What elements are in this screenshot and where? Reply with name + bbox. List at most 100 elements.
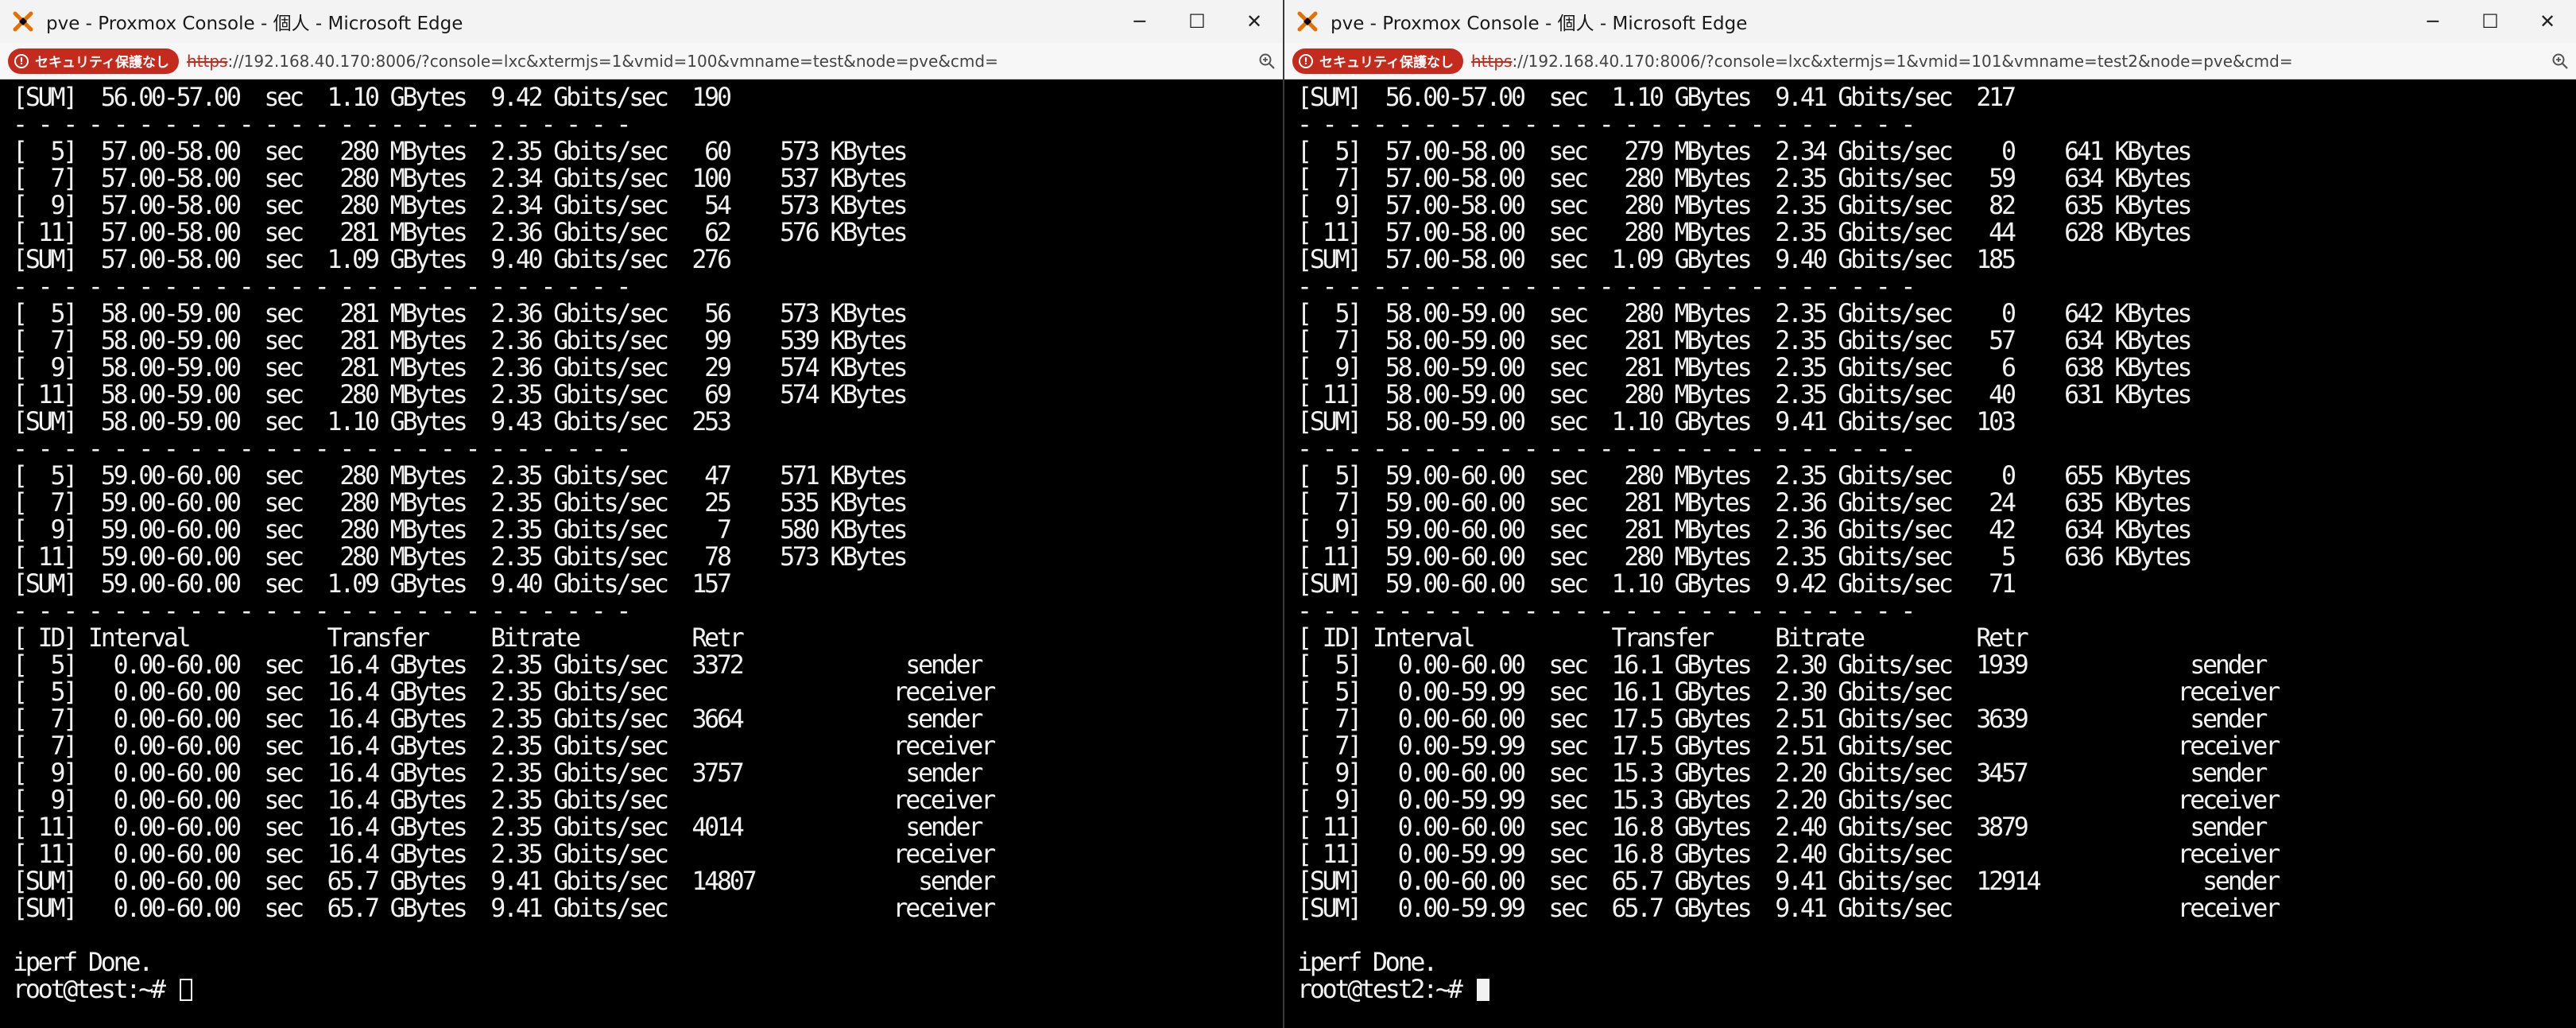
terminal-line: [ 11] 58.00-59.00 sec 280 MBytes 2.35 Gb…: [13, 381, 908, 409]
terminal-line: - - - - - - - - - - - - - - - - - - - - …: [13, 597, 631, 626]
terminal-line: [ 11] 0.00-60.00 sec 16.4 GBytes 2.35 Gb…: [13, 840, 996, 869]
security-badge[interactable]: ! セキュリティ保護なし: [8, 48, 179, 74]
terminal-line: [ 7] 0.00-60.00 sec 17.5 GBytes 2.51 Gbi…: [1297, 705, 2268, 734]
terminal-line: [ 5] 0.00-60.00 sec 16.4 GBytes 2.35 Gbi…: [13, 678, 996, 707]
url-text[interactable]: https://192.168.40.170:8006/?console=lxc…: [187, 52, 1251, 71]
terminal-line: [ 7] 58.00-59.00 sec 281 MBytes 2.36 Gbi…: [13, 327, 908, 355]
window-title: pve - Proxmox Console - 個人 - Microsoft E…: [1331, 14, 1748, 34]
terminal-line: [SUM] 0.00-59.99 sec 65.7 GBytes 9.41 Gb…: [1297, 894, 2280, 923]
terminal-line: [ ID] Interval Transfer Bitrate Retr: [1297, 624, 2029, 653]
terminal-line: iperf Done.: [13, 948, 153, 977]
proxmox-icon: [1296, 10, 1319, 33]
terminal-line: - - - - - - - - - - - - - - - - - - - - …: [1297, 111, 1916, 139]
terminal-line: [ 9] 57.00-58.00 sec 280 MBytes 2.34 Gbi…: [13, 192, 908, 220]
terminal-output[interactable]: [SUM] 56.00-57.00 sec 1.10 GBytes 9.41 G…: [1284, 80, 2576, 1028]
terminal-line: [ 5] 59.00-60.00 sec 280 MBytes 2.35 Gbi…: [13, 462, 908, 491]
security-badge[interactable]: ! セキュリティ保護なし: [1292, 48, 1463, 74]
window-title: pve - Proxmox Console - 個人 - Microsoft E…: [46, 14, 463, 34]
url-rest: ://192.168.40.170:8006/?console=lxc&xter…: [227, 51, 998, 71]
terminal-line: [ 11] 58.00-59.00 sec 280 MBytes 2.35 Gb…: [1297, 381, 2192, 409]
terminal-output[interactable]: [SUM] 56.00-57.00 sec 1.10 GBytes 9.42 G…: [0, 80, 1283, 1028]
terminal-line: [SUM] 56.00-57.00 sec 1.10 GBytes 9.41 G…: [1297, 83, 2016, 112]
minimize-button[interactable]: ─: [1111, 0, 1168, 43]
close-button[interactable]: ✕: [1226, 0, 1283, 43]
terminal-line: [ 7] 59.00-60.00 sec 281 MBytes 2.36 Gbi…: [1297, 489, 2192, 518]
terminal-line: [ 9] 59.00-60.00 sec 280 MBytes 2.35 Gbi…: [13, 516, 908, 545]
zoom-icon[interactable]: [1251, 52, 1283, 70]
terminal-line: [ 9] 57.00-58.00 sec 280 MBytes 2.35 Gbi…: [1297, 192, 2192, 220]
browser-window-right: pve - Proxmox Console - 個人 - Microsoft E…: [1284, 0, 2576, 1028]
terminal-line: - - - - - - - - - - - - - - - - - - - - …: [1297, 597, 1916, 626]
terminal-line: [SUM] 0.00-60.00 sec 65.7 GBytes 9.41 Gb…: [13, 894, 996, 923]
terminal-line: [ 7] 0.00-59.99 sec 17.5 GBytes 2.51 Gbi…: [1297, 732, 2280, 761]
terminal-line: [ 5] 0.00-60.00 sec 16.4 GBytes 2.35 Gbi…: [13, 651, 983, 680]
terminal-line: [ 7] 57.00-58.00 sec 280 MBytes 2.34 Gbi…: [13, 165, 908, 193]
terminal-line: [SUM] 57.00-58.00 sec 1.09 GBytes 9.40 G…: [13, 246, 732, 274]
terminal-line: [ 9] 0.00-59.99 sec 15.3 GBytes 2.20 Gbi…: [1297, 786, 2280, 815]
terminal-line: [ 9] 58.00-59.00 sec 281 MBytes 2.35 Gbi…: [1297, 354, 2192, 382]
terminal-cursor: [1476, 979, 1489, 1001]
terminal-line: [ 7] 57.00-58.00 sec 280 MBytes 2.35 Gbi…: [1297, 165, 2192, 193]
terminal-line: [ 11] 0.00-59.99 sec 16.8 GBytes 2.40 Gb…: [1297, 840, 2280, 869]
terminal-line: [ 9] 0.00-60.00 sec 16.4 GBytes 2.35 Gbi…: [13, 759, 983, 788]
url-scheme: https: [186, 51, 228, 71]
minimize-button[interactable]: ─: [2404, 0, 2462, 43]
terminal-line: [ ID] Interval Transfer Bitrate Retr: [13, 624, 745, 653]
address-bar[interactable]: ! セキュリティ保護なし https://192.168.40.170:8006…: [1284, 43, 2576, 80]
terminal-line: [ 11] 59.00-60.00 sec 280 MBytes 2.35 Gb…: [1297, 543, 2192, 572]
terminal-line: [ 11] 0.00-60.00 sec 16.4 GBytes 2.35 Gb…: [13, 813, 983, 842]
terminal-line: [ 5] 57.00-58.00 sec 280 MBytes 2.35 Gbi…: [13, 138, 908, 166]
close-button[interactable]: ✕: [2519, 0, 2576, 43]
shell-prompt-line[interactable]: root@test:~#: [13, 976, 1283, 1003]
shell-prompt: root@test:~#: [13, 976, 176, 1004]
terminal-line: [ 7] 58.00-59.00 sec 281 MBytes 2.35 Gbi…: [1297, 327, 2192, 355]
proxmox-icon: [11, 10, 35, 33]
terminal-line: [ 9] 0.00-60.00 sec 16.4 GBytes 2.35 Gbi…: [13, 786, 996, 815]
security-badge-label: セキュリティ保護なし: [35, 55, 169, 71]
terminal-line: - - - - - - - - - - - - - - - - - - - - …: [13, 435, 631, 464]
terminal-line: [ 7] 0.00-60.00 sec 16.4 GBytes 2.35 Gbi…: [13, 732, 996, 761]
terminal-line: [ 9] 59.00-60.00 sec 281 MBytes 2.36 Gbi…: [1297, 516, 2192, 545]
terminal-line: [SUM] 56.00-57.00 sec 1.10 GBytes 9.42 G…: [13, 83, 732, 112]
address-bar[interactable]: ! セキュリティ保護なし https://192.168.40.170:8006…: [0, 43, 1283, 80]
url-text[interactable]: https://192.168.40.170:8006/?console=lxc…: [1471, 52, 2544, 71]
terminal-line: [SUM] 58.00-59.00 sec 1.10 GBytes 9.41 G…: [1297, 408, 2016, 436]
terminal-line: [SUM] 58.00-59.00 sec 1.10 GBytes 9.43 G…: [13, 408, 732, 436]
terminal-line: [SUM] 0.00-60.00 sec 65.7 GBytes 9.41 Gb…: [13, 867, 996, 896]
terminal-line: [SUM] 59.00-60.00 sec 1.09 GBytes 9.40 G…: [13, 570, 732, 599]
maximize-button[interactable]: ☐: [2462, 0, 2519, 43]
terminal-line: - - - - - - - - - - - - - - - - - - - - …: [1297, 273, 1916, 301]
url-rest: ://192.168.40.170:8006/?console=lxc&xter…: [1512, 51, 2293, 71]
terminal-line: [ 11] 57.00-58.00 sec 280 MBytes 2.35 Gb…: [1297, 219, 2192, 247]
warning-icon: !: [1299, 53, 1313, 68]
terminal-line: [ 11] 0.00-60.00 sec 16.8 GBytes 2.40 Gb…: [1297, 813, 2268, 842]
terminal-line: - - - - - - - - - - - - - - - - - - - - …: [1297, 435, 1916, 464]
terminal-line: [ 9] 0.00-60.00 sec 15.3 GBytes 2.20 Gbi…: [1297, 759, 2268, 788]
shell-prompt: root@test2:~#: [1297, 976, 1474, 1004]
terminal-line: iperf Done.: [1297, 948, 1438, 977]
terminal-line: [ 5] 59.00-60.00 sec 280 MBytes 2.35 Gbi…: [1297, 462, 2192, 491]
warning-icon: !: [14, 53, 29, 68]
terminal-line: [ 7] 0.00-60.00 sec 16.4 GBytes 2.35 Gbi…: [13, 705, 983, 734]
terminal-line: - - - - - - - - - - - - - - - - - - - - …: [13, 111, 631, 139]
maximize-button[interactable]: ☐: [1168, 0, 1226, 43]
shell-prompt-line[interactable]: root@test2:~#: [1297, 976, 2576, 1003]
terminal-line: - - - - - - - - - - - - - - - - - - - - …: [13, 273, 631, 301]
zoom-icon[interactable]: [2544, 52, 2576, 70]
terminal-cursor: [179, 979, 192, 1001]
terminal-line: [ 9] 58.00-59.00 sec 281 MBytes 2.36 Gbi…: [13, 354, 908, 382]
title-bar[interactable]: pve - Proxmox Console - 個人 - Microsoft E…: [0, 0, 1283, 43]
title-bar[interactable]: pve - Proxmox Console - 個人 - Microsoft E…: [1284, 0, 2576, 43]
browser-window-left: pve - Proxmox Console - 個人 - Microsoft E…: [0, 0, 1284, 1028]
terminal-line: [SUM] 0.00-60.00 sec 65.7 GBytes 9.41 Gb…: [1297, 867, 2280, 896]
url-scheme: https: [1470, 51, 1513, 71]
terminal-line: [ 11] 57.00-58.00 sec 281 MBytes 2.36 Gb…: [13, 219, 908, 247]
terminal-line: [SUM] 59.00-60.00 sec 1.10 GBytes 9.42 G…: [1297, 570, 2016, 599]
terminal-line: [ 11] 59.00-60.00 sec 280 MBytes 2.35 Gb…: [13, 543, 908, 572]
terminal-line: [SUM] 57.00-58.00 sec 1.09 GBytes 9.40 G…: [1297, 246, 2016, 274]
terminal-line: [ 5] 58.00-59.00 sec 280 MBytes 2.35 Gbi…: [1297, 300, 2192, 328]
terminal-line: [ 5] 57.00-58.00 sec 279 MBytes 2.34 Gbi…: [1297, 138, 2192, 166]
terminal-line: [ 5] 58.00-59.00 sec 281 MBytes 2.36 Gbi…: [13, 300, 908, 328]
